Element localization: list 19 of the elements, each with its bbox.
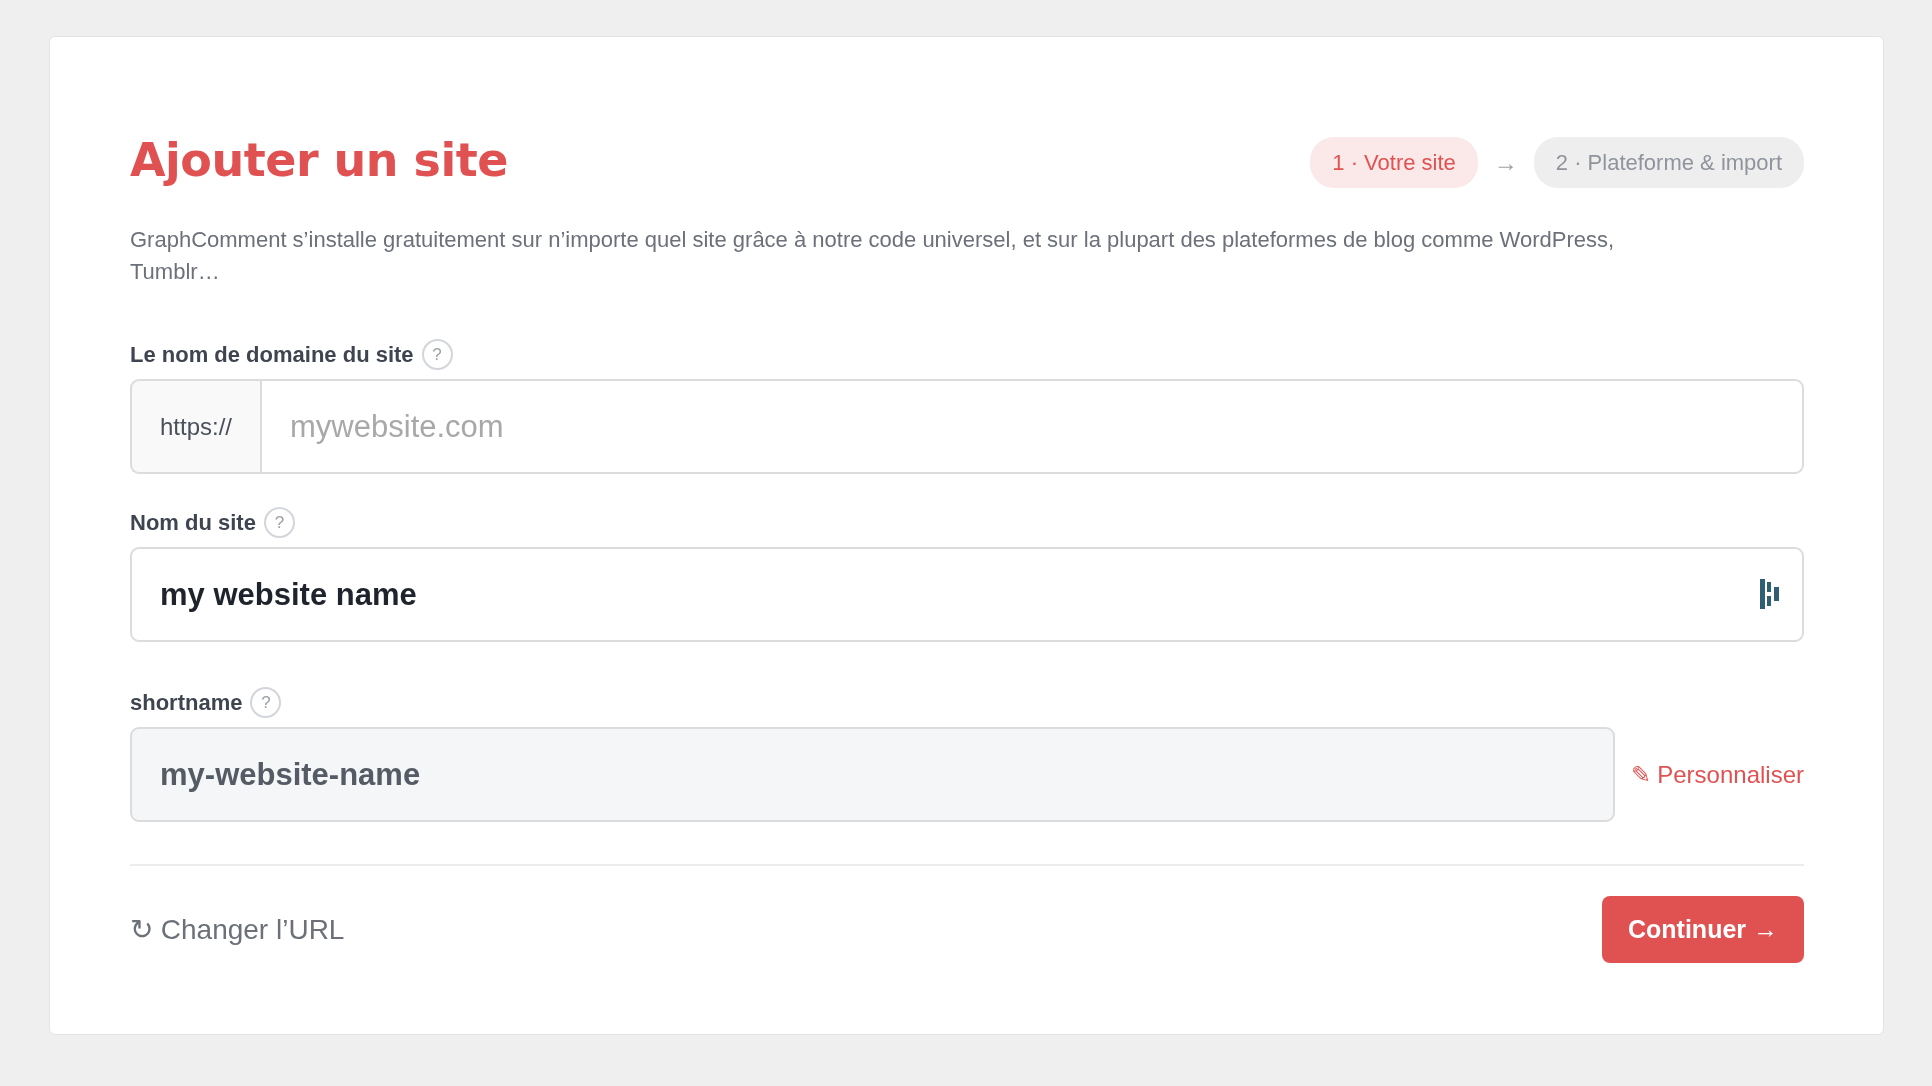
step-tab[interactable]: 1 · Votre site: [1310, 137, 1478, 188]
field-label: Le nom de domaine du site: [130, 341, 414, 370]
step-tab[interactable]: 2 · Plateforme & import: [1533, 137, 1804, 188]
help-icon[interactable]: ?: [250, 687, 282, 719]
bars-icon[interactable]: [1760, 579, 1780, 610]
description-text: GraphComment s’installe gratuitement sur n’importe quel site grâce à notre code universel, et sur la plupart des plateformes de blog comme WordPress, Tumblr…: [130, 226, 1616, 287]
help-icon[interactable]: ?: [421, 339, 453, 371]
site-name-field[interactable]: my website name: [130, 547, 1804, 643]
help-icon[interactable]: ?: [263, 507, 295, 539]
prefix-label: https://: [130, 379, 261, 475]
continue-button[interactable]: Continuer →: [1602, 896, 1804, 964]
field-label: shortname: [130, 689, 243, 718]
customize-link[interactable]: ✎ Personnaliser: [1630, 756, 1804, 793]
page-title: Ajouter un site: [130, 133, 508, 189]
field-label: Nom du site: [130, 509, 256, 538]
change-url-link[interactable]: ↻ Changer l’URL: [130, 908, 345, 951]
shortname-field[interactable]: my-website-name: [130, 727, 1615, 823]
domain-input-field[interactable]: mywebsite.com: [260, 379, 1804, 475]
arrow-text: →: [1493, 147, 1518, 178]
